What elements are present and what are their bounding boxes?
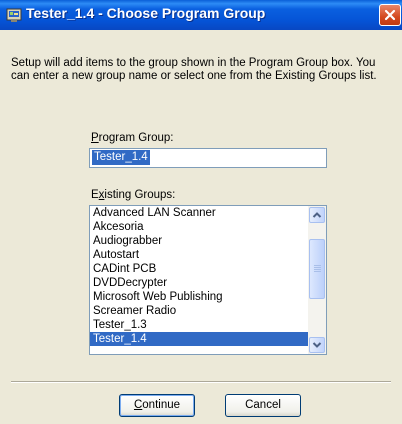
close-icon [384, 9, 396, 21]
dialog-window: Tester_1.4 - Choose Program Group Setup … [0, 0, 402, 424]
scroll-thumb[interactable] [309, 239, 325, 299]
list-item[interactable]: CADint PCB [90, 262, 308, 276]
scroll-down-button[interactable] [309, 337, 325, 353]
program-group-value: Tester_1.4 [92, 150, 150, 165]
list-item[interactable]: Autostart [90, 248, 308, 262]
program-group-label: Program Group: [91, 132, 174, 144]
window-title: Tester_1.4 - Choose Program Group [26, 5, 266, 21]
vertical-scrollbar[interactable] [308, 206, 326, 354]
list-item[interactable]: Tester_1.4 [90, 332, 308, 346]
list-item[interactable]: Tester_1.3 [90, 318, 308, 332]
existing-groups-list[interactable]: Advanced LAN Scanner Akcesoria Audiograbbe… [89, 205, 327, 355]
list-item[interactable]: DVDDecrypter [90, 276, 308, 290]
list-item[interactable]: Akcesoria [90, 220, 308, 234]
chevron-up-icon [312, 212, 322, 218]
list-item[interactable]: Audiograbber [90, 234, 308, 248]
close-button[interactable] [379, 4, 401, 26]
intro-text: Setup will add items to the group shown … [11, 57, 377, 82]
chevron-down-icon [312, 342, 322, 348]
title-bar[interactable]: Tester_1.4 - Choose Program Group [0, 0, 402, 30]
separator-line [11, 381, 391, 383]
setup-program-icon [6, 7, 22, 23]
program-group-input[interactable]: Tester_1.4 [89, 148, 327, 168]
continue-button[interactable]: Continue [119, 394, 195, 417]
cancel-button[interactable]: Cancel [225, 394, 301, 417]
scroll-up-button[interactable] [309, 207, 325, 223]
existing-groups-label: Existing Groups: [91, 189, 176, 201]
list-item[interactable]: Screamer Radio [90, 304, 308, 318]
list-item[interactable]: Advanced LAN Scanner [90, 206, 308, 220]
list-item[interactable]: Microsoft Web Publishing [90, 290, 308, 304]
existing-groups-items: Advanced LAN Scanner Akcesoria Audiograbbe… [90, 206, 308, 346]
